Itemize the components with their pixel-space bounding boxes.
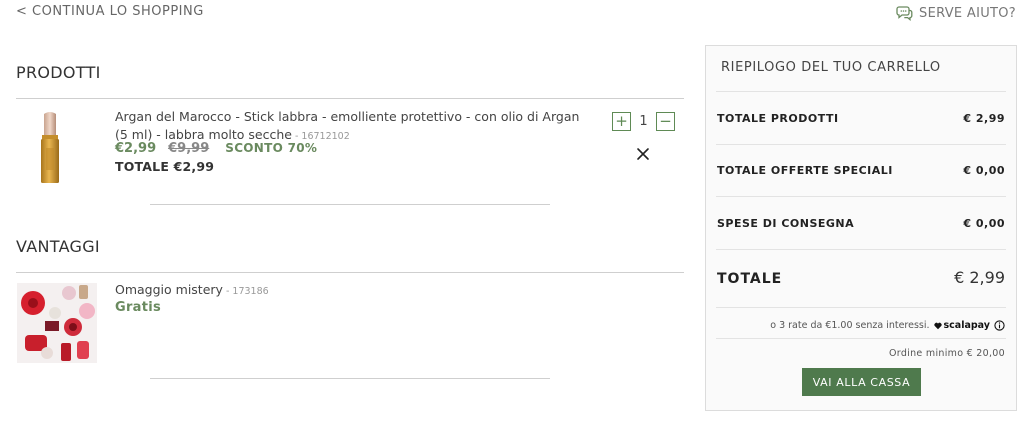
- gift-divider: [150, 378, 550, 379]
- summary-row-value: € 2,99: [963, 112, 1005, 125]
- summary-divider: [716, 144, 1006, 145]
- summary-row-value: € 0,00: [963, 217, 1005, 230]
- cart-summary-title: RIEPILOGO DEL TUO CARRELLO: [721, 60, 941, 75]
- summary-divider: [716, 307, 1006, 308]
- products-heading: PRODOTTI: [16, 63, 101, 82]
- summary-divider: [716, 196, 1006, 197]
- quantity-stepper: + 1 −: [612, 112, 675, 131]
- gift-code: - 173186: [222, 286, 269, 297]
- scalapay-installments: o 3 rate da €1.00 senza interessi. scala…: [770, 320, 1005, 331]
- products-divider: [16, 98, 684, 99]
- gift-image-mystery[interactable]: [17, 283, 97, 367]
- quantity-decrease-button[interactable]: −: [656, 112, 675, 131]
- heart-icon: [933, 322, 942, 329]
- product-price-row: €2,99 €9,99 SCONTO 70%: [115, 141, 317, 156]
- summary-row-special-offers: TOTALE OFFERTE SPECIALI € 0,00: [717, 164, 1005, 177]
- quantity-value: 1: [639, 114, 648, 129]
- discount-badge: SCONTO 70%: [225, 141, 318, 155]
- summary-divider: [716, 91, 1006, 92]
- quantity-increase-button[interactable]: +: [612, 112, 631, 131]
- product-old-price: €9,99: [168, 141, 210, 156]
- summary-row-value: € 0,00: [963, 164, 1005, 177]
- summary-grand-total: TOTALE € 2,99: [717, 268, 1005, 287]
- advantages-divider: [16, 272, 684, 273]
- cart-summary-panel: RIEPILOGO DEL TUO CARRELLO TOTALE PRODOT…: [705, 45, 1017, 411]
- summary-row-label: TOTALE OFFERTE SPECIALI: [717, 164, 893, 177]
- info-icon[interactable]: [994, 320, 1005, 331]
- help-label: SERVE AIUTO?: [919, 5, 1016, 21]
- gift-name: Omaggio mistery: [115, 282, 223, 297]
- installments-text: o 3 rate da €1.00 senza interessi.: [770, 320, 930, 331]
- remove-item-icon[interactable]: [635, 146, 651, 162]
- continue-shopping-link[interactable]: < CONTINUA LO SHOPPING: [16, 4, 204, 19]
- minimum-order-note: Ordine minimo € 20,00: [889, 348, 1005, 359]
- scalapay-brand: scalapay: [943, 320, 990, 331]
- summary-divider: [716, 338, 1006, 339]
- help-link[interactable]: SERVE AIUTO?: [896, 5, 1016, 21]
- summary-row-label: SPESE DI CONSEGNA: [717, 217, 855, 230]
- chat-help-icon: [896, 6, 913, 21]
- summary-row-shipping: SPESE DI CONSEGNA € 0,00: [717, 217, 1005, 230]
- gift-title[interactable]: Omaggio mistery - 173186: [115, 282, 269, 297]
- product-price: €2,99: [115, 141, 157, 156]
- gift-price-label: Gratis: [115, 300, 162, 315]
- scalapay-logo: scalapay: [933, 320, 990, 331]
- summary-divider: [716, 249, 1006, 250]
- product-image-lip-stick[interactable]: [38, 110, 62, 189]
- checkout-button[interactable]: VAI ALLA CASSA: [802, 368, 921, 396]
- summary-row-products-total: TOTALE PRODOTTI € 2,99: [717, 112, 1005, 125]
- grand-total-label: TOTALE: [717, 271, 783, 287]
- grand-total-value: € 2,99: [954, 268, 1005, 287]
- advantages-heading: VANTAGGI: [16, 237, 100, 256]
- summary-row-label: TOTALE PRODOTTI: [717, 112, 839, 125]
- product-line-total: TOTALE €2,99: [115, 159, 215, 174]
- product-divider: [150, 204, 550, 205]
